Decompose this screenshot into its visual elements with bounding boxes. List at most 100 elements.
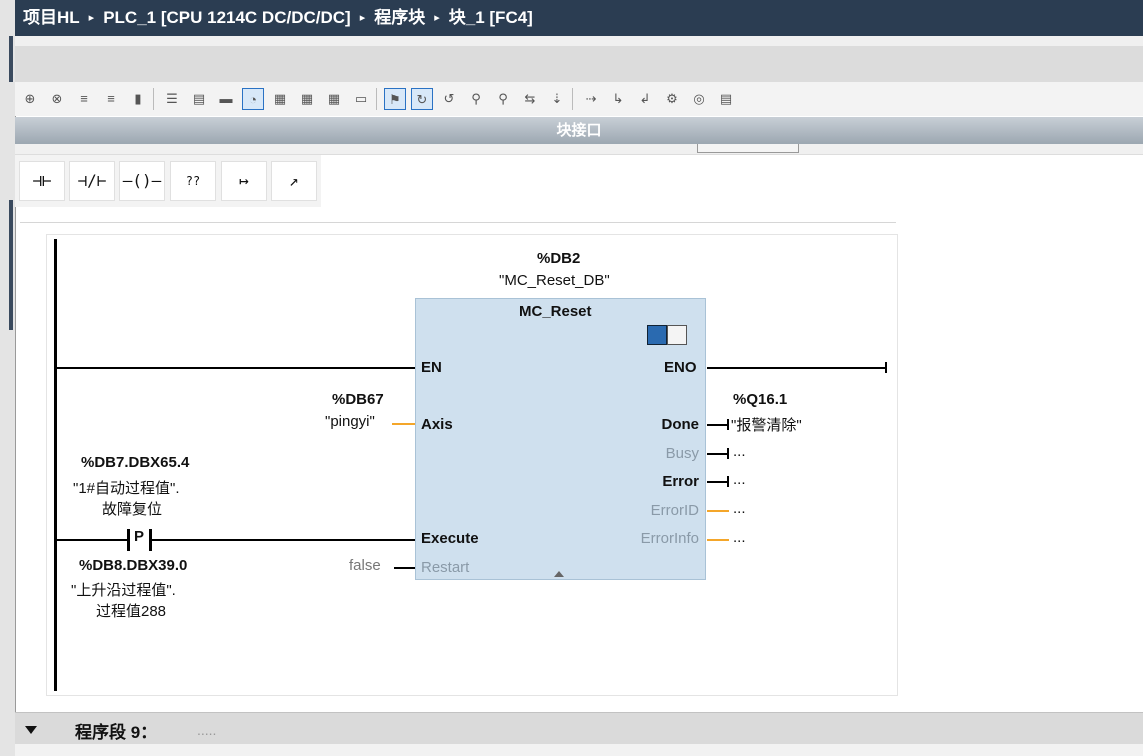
go-to-next-icon[interactable]: ↺ (438, 88, 460, 110)
left-panel-strip (0, 0, 16, 756)
axis-param-name[interactable]: "pingyi" (325, 413, 375, 430)
compare-icon[interactable]: ⇢ (580, 88, 602, 110)
pin-axis[interactable]: Axis (421, 416, 453, 433)
update-icon[interactable]: ⇆ (519, 88, 541, 110)
breakpoint-icon[interactable]: ◎ (688, 88, 710, 110)
pin-error-id[interactable]: ErrorID (651, 502, 699, 519)
toolbar-separator (376, 88, 377, 110)
left-strip-bar (9, 200, 13, 330)
left-strip-bar (9, 36, 13, 82)
absolute-address-icon[interactable]: ☰ (161, 88, 183, 110)
program-status-icon[interactable]: ⇣ (546, 88, 568, 110)
go-to-prev-icon[interactable]: ⚲ (465, 88, 487, 110)
monitor-icon[interactable]: ↻ (411, 88, 433, 110)
toolbar-separator (572, 88, 573, 110)
done-wire (707, 424, 729, 426)
edge-memory-name[interactable]: "上升沿过程值". (71, 579, 176, 600)
execute-wire-left (56, 539, 128, 541)
edge-memory-address[interactable]: %DB8.DBX39.0 (79, 557, 187, 574)
breadcrumb-program-blocks[interactable]: 程序块 (374, 8, 425, 27)
close-all-icon[interactable]: ▦ (296, 88, 318, 110)
done-output-name[interactable]: "报警清除" (731, 414, 802, 435)
pin-busy[interactable]: Busy (666, 445, 699, 462)
edge-memory-name-line2: 过程值288 (96, 603, 167, 620)
block-info-icon[interactable] (647, 325, 667, 345)
execute-contact-address[interactable]: %DB7.DBX65.4 (81, 454, 189, 471)
no-contact-icon[interactable]: ⊣⊢ (19, 161, 65, 201)
axis-param-address[interactable]: %DB67 (332, 391, 384, 408)
favorites-icon[interactable]: ▬ (215, 88, 237, 110)
editor-toolbar: ⊕ ⊗ ≡ ≡ ▮ ☰ ▤ ▬ ◔ ▦ ▦ ▦ ▭ ⚑ ↻ ↺ ⚲ ⚲ ⇆ ⇣ ⇢ ↳ ↲ ⚙ ◎ ▤ (15, 82, 1143, 116)
open-branch-icon[interactable]: ↦ (221, 161, 267, 201)
collapse-triangle-icon[interactable] (25, 726, 37, 734)
busy-terminator (727, 448, 729, 459)
insert-row-icon[interactable]: ≡ (73, 88, 95, 110)
instance-db-name[interactable]: "MC_Reset_DB" (499, 272, 610, 289)
busy-wire (707, 453, 729, 455)
pin-execute[interactable]: Execute (421, 530, 479, 547)
symbolic-address-icon[interactable]: ▤ (188, 88, 210, 110)
empty-box-icon[interactable]: ?? (170, 161, 216, 201)
divider (20, 222, 896, 223)
eno-terminator (885, 362, 887, 373)
execute-contact-name[interactable]: "1#自动过程值". (73, 477, 180, 498)
done-output-address[interactable]: %Q16.1 (733, 391, 787, 408)
busy-output[interactable]: ... (733, 443, 746, 460)
variable-icon[interactable]: ▮ (127, 88, 149, 110)
add-row-icon[interactable]: ≡ (100, 88, 122, 110)
pin-restart[interactable]: Restart (421, 559, 469, 576)
block-title[interactable]: MC_Reset (519, 303, 592, 320)
pin-en[interactable]: EN (421, 359, 442, 376)
network-9-header[interactable]: 程序段 9： ..... (15, 712, 1143, 745)
ladder-palette: ⊣⊢ ⊣/⊢ –()– ?? ↦ ↗ (15, 155, 321, 207)
open-all-icon[interactable]: ▦ (269, 88, 291, 110)
breadcrumb-block[interactable]: 块_1 [FC4] (449, 8, 533, 27)
insert-network-icon[interactable]: ⊕ (19, 88, 41, 110)
network-comment[interactable]: ..... (197, 722, 216, 738)
nc-contact-icon[interactable]: ⊣/⊢ (69, 161, 115, 201)
restart-param-value[interactable]: false (349, 557, 381, 574)
breadcrumb: 项目HL ▸ PLC_1 [CPU 1214C DC/DC/DC] ▸ 程序块 ▸ 块_1 … (15, 0, 1143, 36)
call-icon[interactable]: ⚲ (492, 88, 514, 110)
error-output[interactable]: ... (733, 471, 746, 488)
p-contact-label[interactable]: P (134, 528, 144, 545)
eno-wire (707, 367, 887, 369)
db-icon[interactable]: ▤ (715, 88, 737, 110)
step-icon[interactable]: ⚙ (661, 88, 683, 110)
breadcrumb-separator: ▸ (359, 12, 366, 24)
breadcrumb-project[interactable]: 项目HL (23, 8, 80, 27)
mc-reset-block[interactable]: MC_Reset EN ENO Axis Done Busy Error Err… (415, 298, 706, 580)
error-info-output[interactable]: ... (733, 529, 746, 546)
sort-icon[interactable]: ▭ (350, 88, 372, 110)
pin-done[interactable]: Done (662, 416, 700, 433)
breadcrumb-plc[interactable]: PLC_1 [CPU 1214C DC/DC/DC] (103, 8, 351, 27)
delete-network-icon[interactable]: ⊗ (46, 88, 68, 110)
done-terminator (727, 419, 729, 430)
breadcrumb-separator: ▸ (88, 12, 95, 24)
network-title[interactable]: 程序段 9： (75, 718, 157, 743)
block-diagnostics-icon[interactable] (667, 325, 687, 345)
error-terminator (727, 476, 729, 487)
axis-wire (392, 423, 416, 425)
pin-error-info[interactable]: ErrorInfo (641, 530, 699, 547)
execute-contact-name-line2: 故障复位 (102, 501, 163, 518)
interface-splitter[interactable] (15, 144, 1143, 155)
expand-pins-icon[interactable] (554, 571, 564, 577)
p-contact-left[interactable] (127, 529, 130, 551)
pin-eno[interactable]: ENO (664, 359, 697, 376)
close-branch-icon[interactable]: ↗ (271, 161, 317, 201)
splitter-grip[interactable] (697, 144, 799, 153)
header-band (15, 46, 1143, 83)
watch-icon[interactable]: ↳ (607, 88, 629, 110)
display-mode-icon[interactable]: ⚑ (384, 88, 406, 110)
instance-db-address[interactable]: %DB2 (537, 250, 580, 267)
coil-icon[interactable]: –()– (119, 161, 165, 201)
error-id-output[interactable]: ... (733, 500, 746, 517)
block-interface-header[interactable]: 块接口 (15, 117, 1143, 144)
go-to-icon[interactable]: ▦ (323, 88, 345, 110)
comment-icon[interactable]: ◔ (242, 88, 264, 110)
en-wire (56, 367, 416, 369)
error-wire (707, 481, 729, 483)
modify-icon[interactable]: ↲ (634, 88, 656, 110)
pin-error[interactable]: Error (662, 473, 699, 490)
